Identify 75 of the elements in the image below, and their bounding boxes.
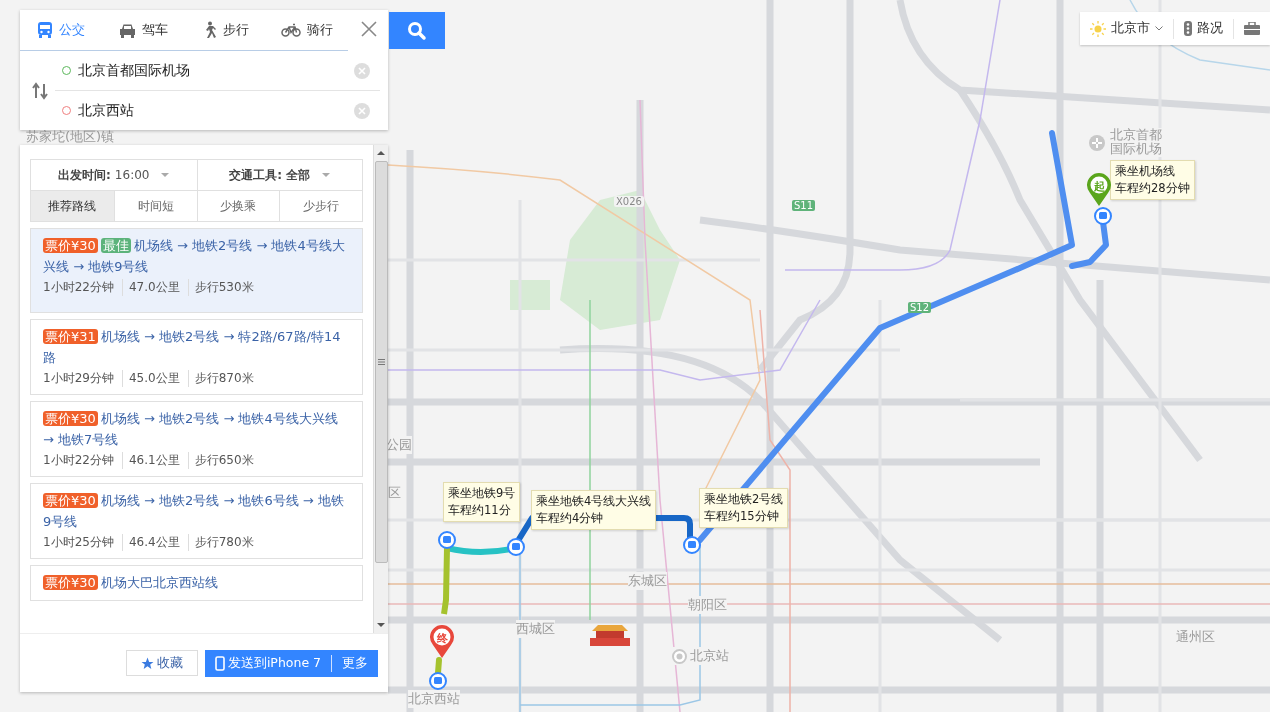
route-distance: 46.4公里 — [121, 534, 180, 551]
route-duration: 1小时29分钟 — [43, 370, 114, 387]
route-option[interactable]: 票价¥30 机场线 → 地铁2号线 → 地铁6号线 → 地铁9号线 1小时25分钟 46.4公里 步行780米 — [30, 483, 363, 559]
route-walk-distance: 步行870米 — [187, 370, 254, 387]
map-label: 西城区 — [516, 620, 555, 638]
traffic-button[interactable]: 路况 — [1173, 18, 1233, 39]
bus-stop-icon[interactable] — [438, 531, 456, 549]
route-title: 票价¥31 机场线 → 地铁2号线 → 特2路/67路/特14路 — [43, 328, 342, 367]
grip-icon — [377, 359, 385, 365]
road-shield: S11 — [792, 200, 816, 211]
route-option[interactable]: 票价¥30 最佳 机场线 → 地铁2号线 → 地铁4号线大兴线 → 地铁9号线 1小时22分钟 47.0公里 步行530米 — [30, 228, 363, 313]
route-distance: 45.0公里 — [121, 370, 180, 387]
destination-field[interactable]: 北京西站 — [78, 102, 347, 119]
map-label: 北京站 — [690, 647, 729, 665]
route-tooltip: 乘坐地铁4号线大兴线 车程约4分钟 — [531, 490, 657, 530]
travel-mode-tab[interactable]: 驾车 — [102, 10, 184, 50]
car-icon — [118, 22, 136, 38]
bus-stop-icon[interactable] — [683, 536, 701, 554]
travel-mode-tab[interactable]: 骑行 — [266, 10, 348, 50]
route-distance: 47.0公里 — [121, 279, 180, 296]
map-label: 公园 — [386, 436, 412, 454]
scroll-up-icon[interactable] — [377, 151, 385, 155]
route-walk-distance: 步行780米 — [187, 534, 254, 551]
bus-stop-icon[interactable] — [429, 672, 447, 690]
route-duration: 1小时22分钟 — [43, 452, 114, 469]
map-pin[interactable]: 终 — [429, 624, 455, 658]
route-tooltip: 乘坐地铁2号线 车程约15分钟 — [699, 488, 789, 528]
route-distance: 46.1公里 — [121, 452, 180, 469]
favorite-button[interactable]: 收藏 — [125, 650, 198, 676]
close-icon[interactable] — [360, 20, 378, 38]
route-option[interactable]: 票价¥30 机场大巴北京西站线 — [30, 565, 363, 601]
search-icon — [407, 20, 427, 41]
star-icon — [140, 656, 154, 670]
travel-mode-tab[interactable]: 步行 — [184, 10, 266, 50]
route-title: 票价¥30 机场线 → 地铁2号线 → 地铁4号线大兴线 → 地铁7号线 — [43, 410, 339, 449]
phone-icon — [214, 655, 225, 671]
bus-stop-icon[interactable] — [507, 538, 525, 556]
swap-icon[interactable] — [31, 81, 49, 100]
traffic-light-icon — [1184, 21, 1192, 36]
map-label: 通州区 — [1176, 628, 1215, 646]
map-label: 东城区 — [628, 572, 667, 590]
route-duration: 1小时25分钟 — [43, 534, 114, 551]
city-selector[interactable]: 北京市 — [1080, 18, 1173, 39]
route-option[interactable]: 票价¥31 机场线 → 地铁2号线 → 特2路/67路/特14路 1小时29分钟 45.0公里 步行870米 — [30, 319, 363, 395]
map-label: 朝阳区 — [688, 596, 727, 614]
origin-field[interactable]: 北京首都国际机场 — [78, 62, 347, 79]
scrollbar[interactable] — [373, 145, 388, 633]
route-title: 票价¥30 机场大巴北京西站线 — [43, 574, 219, 592]
airport-icon — [1088, 134, 1106, 152]
road-shield: X026 — [614, 196, 644, 207]
chevron-down-icon — [1155, 26, 1163, 31]
road-shield: S12 — [908, 302, 932, 313]
search-button[interactable] — [389, 12, 445, 49]
route-option[interactable]: 票价¥30 机场线 → 地铁2号线 → 地铁4号线大兴线 → 地铁7号线 1小时22分钟 46.1公里 步行650米 — [30, 401, 363, 477]
sort-tab[interactable]: 推荐路线 — [31, 191, 114, 221]
map-label: 北京西站 — [408, 690, 460, 708]
route-walk-distance: 步行530米 — [187, 279, 254, 296]
departure-time-dropdown[interactable]: 出发时间: 16:00 — [31, 160, 197, 190]
send-to-phone-button[interactable]: 发送到iPhone 7 — [204, 649, 331, 677]
route-title: 票价¥30 最佳 机场线 → 地铁2号线 → 地铁4号线大兴线 → 地铁9号线 — [43, 237, 346, 276]
route-tooltip: 乘坐机场线 车程约28分钟 — [1110, 160, 1195, 200]
toolbox-icon — [1244, 22, 1260, 35]
route-tooltip: 乘坐地铁9号 车程约11分 — [443, 482, 521, 522]
bus-stop-icon[interactable] — [1094, 207, 1112, 225]
route-title: 票价¥30 机场线 → 地铁2号线 → 地铁6号线 → 地铁9号线 — [43, 492, 345, 531]
sun-icon — [1090, 20, 1106, 37]
palace-landmark-icon — [590, 625, 630, 646]
route-duration: 1小时22分钟 — [43, 279, 114, 296]
transport-dropdown[interactable]: 交通工具: 全部 — [196, 160, 362, 190]
bus-icon — [37, 21, 53, 39]
travel-mode-tab[interactable]: 公交 — [20, 10, 102, 50]
scroll-down-icon[interactable] — [377, 623, 385, 627]
more-button[interactable]: 更多 — [332, 649, 378, 677]
bicycle-icon — [281, 23, 301, 37]
route-walk-distance: 步行650米 — [187, 452, 254, 469]
